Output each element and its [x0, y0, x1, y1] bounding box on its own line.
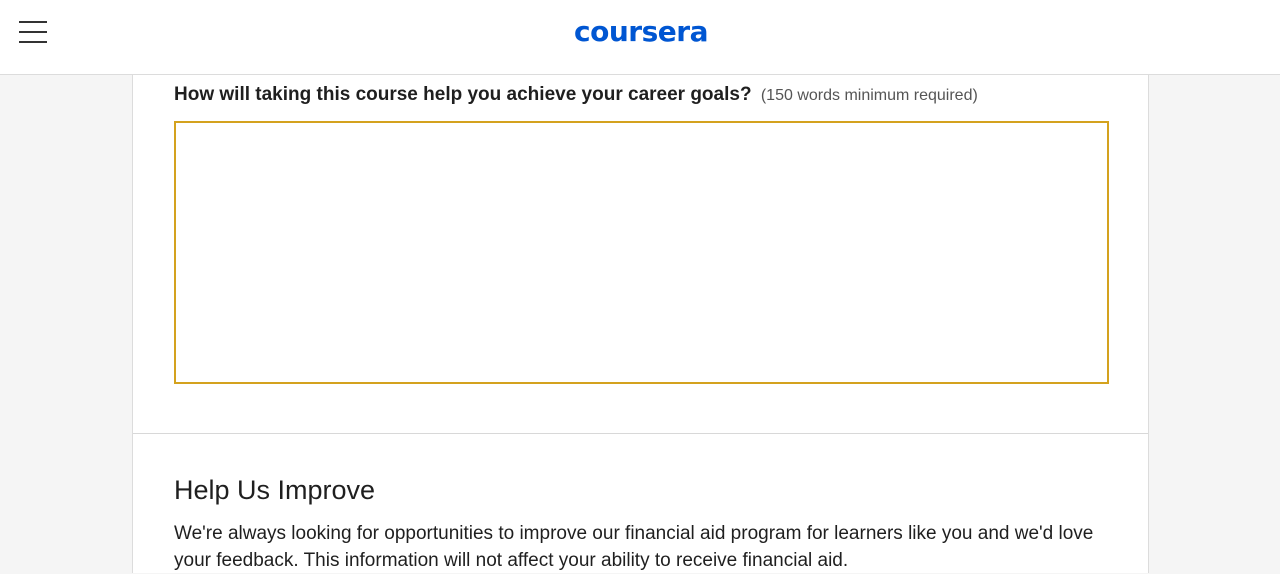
coursera-logo[interactable]: coursera [569, 14, 713, 50]
word-requirement-hint: (150 words minimum required) [760, 87, 978, 104]
menu-line [19, 31, 47, 33]
question-label: How will taking this course help you ach… [174, 84, 752, 105]
application-form-panel: How will taking this course help you ach… [132, 75, 1149, 573]
help-us-improve-heading: Help Us Improve [174, 475, 376, 505]
career-goals-answer-textarea[interactable] [174, 121, 1109, 384]
career-goals-question: How will taking this course help you ach… [174, 83, 1114, 108]
help-us-improve-description: We're always looking for opportunities t… [174, 523, 1094, 571]
menu-line [19, 21, 47, 23]
top-navigation-bar: coursera [0, 0, 1280, 75]
hamburger-menu-icon[interactable] [19, 20, 47, 44]
menu-line [19, 41, 47, 43]
section-divider [133, 433, 1148, 434]
